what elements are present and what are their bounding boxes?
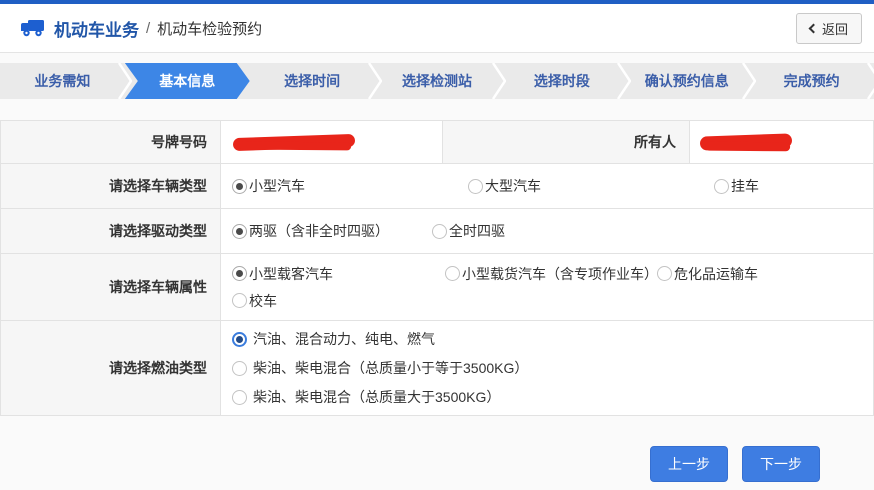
form-table: 号牌号码 所有人 请选择车辆类型小型汽车大型汽车挂车请选择驱动类型两驱（含非全时… [0,120,874,416]
step-label: 选择时间 [284,71,340,91]
radio-selected-icon[interactable] [232,224,247,239]
row-options: 小型载客汽车 小型载货汽车（含专项作业车） 危化品运输车校车 [221,254,873,320]
radio-option[interactable]: 柴油、柴电混合（总质量大于3500KG） [232,387,500,407]
radio-option-label: 校车 [249,291,277,311]
step-tab-5[interactable]: 选择时段 [499,63,624,99]
radio-option-label: 柴油、柴电混合（总质量大于3500KG） [253,387,500,407]
radio-dot [236,183,243,190]
step-label: 确认预约信息 [645,71,729,91]
radio-option[interactable]: 柴油、柴电混合（总质量小于等于3500KG） [232,358,528,378]
radio-dot [236,270,243,277]
step-tab-1[interactable]: 业务需知 [0,63,125,99]
radio-selected-icon[interactable] [232,332,247,347]
plate-number-label: 号牌号码 [1,121,221,163]
radio-option[interactable]: 校车 [232,291,873,311]
radio-option[interactable]: 汽油、混合动力、纯电、燃气 [232,329,435,349]
radio-selected-icon[interactable] [232,266,247,281]
radio-option-label: 全时四驱 [449,221,505,241]
row-options: 小型汽车 大型汽车 挂车 [221,164,873,208]
radio-option[interactable]: 危化品运输车 [657,264,872,284]
step-tab-6[interactable]: 确认预约信息 [624,63,749,99]
radio-option-label: 挂车 [731,176,759,196]
radio-option[interactable]: 全时四驱 [432,221,505,241]
radio-unselected-icon[interactable] [232,361,247,376]
row-label: 请选择燃油类型 [1,321,221,415]
prev-step-button[interactable]: 上一步 [650,446,728,482]
radio-option-label: 小型汽车 [249,176,305,196]
plate-number-value [221,121,443,163]
form-row-veh: 请选择车辆类型 小型汽车 大型汽车 挂车 [1,164,873,209]
radio-option-label: 小型载客汽车 [249,264,333,284]
step-tab-3[interactable]: 选择时间 [250,63,375,99]
radio-unselected-icon[interactable] [232,390,247,405]
radio-option-label: 危化品运输车 [674,264,758,284]
step-tab-4[interactable]: 选择检测站 [375,63,500,99]
radio-option[interactable]: 小型载货汽车（含专项作业车） [445,264,657,284]
radio-option[interactable]: 挂车 [714,176,759,196]
step-tab-2[interactable]: 基本信息 [125,63,250,99]
row-options: 汽油、混合动力、纯电、燃气柴油、柴电混合（总质量小于等于3500KG） 柴油、柴电… [221,321,873,415]
radio-dot [236,228,243,235]
back-button[interactable]: 返回 [796,13,862,44]
radio-unselected-icon[interactable] [657,266,672,281]
row-label: 请选择车辆属性 [1,254,221,320]
radio-option[interactable]: 小型汽车 [232,176,468,196]
radio-option-label: 汽油、混合动力、纯电、燃气 [253,329,435,349]
next-step-button[interactable]: 下一步 [742,446,820,482]
chevron-left-icon [809,23,819,33]
row-label: 请选择驱动类型 [1,209,221,253]
owner-label: 所有人 [443,121,690,163]
step-label: 完成预约 [784,71,840,91]
page: 机动车业务 / 机动车检验预约 返回 业务需知 基本信息 选择时间 选择检测站 选择时段… [0,0,874,490]
radio-selected-icon[interactable] [232,179,247,194]
breadcrumb-separator: / [146,20,150,37]
step-label: 选择检测站 [402,71,472,91]
radio-option[interactable]: 大型汽车 [468,176,714,196]
form-row-fuel: 请选择燃油类型汽油、混合动力、纯电、燃气柴油、柴电混合（总质量小于等于3500K… [1,321,873,416]
table-row-identity: 号牌号码 所有人 [1,121,873,164]
row-options: 两驱（含非全时四驱） 全时四驱 [221,209,873,253]
radio-unselected-icon[interactable] [232,293,247,308]
step-nav: 业务需知 基本信息 选择时间 选择检测站 选择时段 确认预约信息 完成预约 [0,63,874,99]
radio-option-label: 柴油、柴电混合（总质量小于等于3500KG） [253,358,528,378]
radio-option-label: 大型汽车 [485,176,541,196]
radio-unselected-icon[interactable] [468,179,483,194]
step-label: 业务需知 [34,71,90,91]
truck-icon [20,18,45,38]
radio-option-label: 两驱（含非全时四驱） [249,221,389,241]
step-label: 基本信息 [159,71,215,91]
radio-option[interactable]: 小型载客汽车 [232,264,445,284]
row-label: 请选择车辆类型 [1,164,221,208]
back-button-label: 返回 [822,19,848,38]
redaction-scribble-owner [700,133,792,150]
owner-value [690,121,873,163]
form-row-drv: 请选择驱动类型 两驱（含非全时四驱） 全时四驱 [1,209,873,254]
radio-unselected-icon[interactable] [714,179,729,194]
redaction-scribble-plate [233,133,355,150]
radio-option-label: 小型载货汽车（含专项作业车） [462,264,658,284]
radio-unselected-icon[interactable] [432,224,447,239]
radio-dot [236,336,243,343]
header: 机动车业务 / 机动车检验预约 返回 [0,4,874,53]
form-row-attr: 请选择车辆属性 小型载客汽车 小型载货汽车（含专项作业车） 危化品运输车校车 [1,254,873,321]
step-tab-7[interactable]: 完成预约 [749,63,874,99]
section-title: 机动车业务 [54,16,139,41]
step-separator-icon [867,63,874,99]
radio-option[interactable]: 两驱（含非全时四驱） [232,221,432,241]
step-label: 选择时段 [534,71,590,91]
radio-unselected-icon[interactable] [445,266,460,281]
page-title: 机动车检验预约 [157,18,262,39]
footer-actions: 上一步 下一步 [0,416,874,482]
